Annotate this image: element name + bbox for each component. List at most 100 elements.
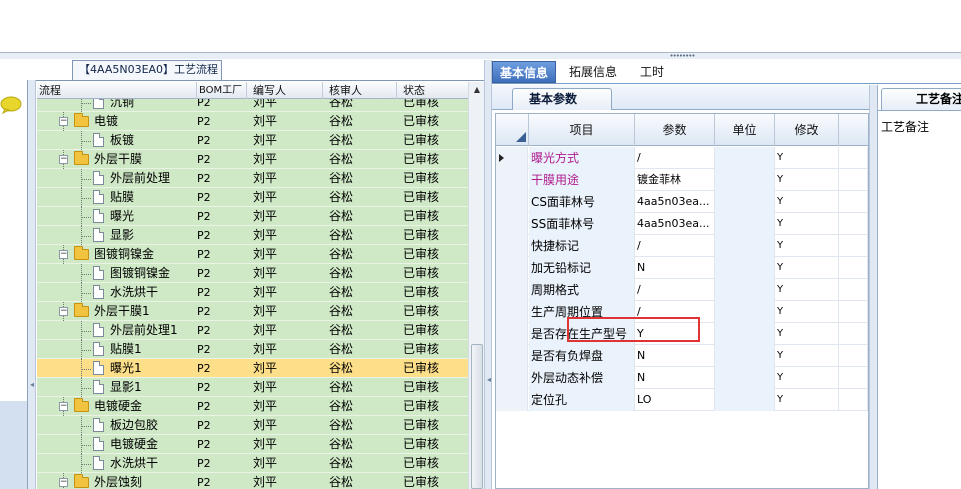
row-indicator[interactable] (496, 367, 528, 389)
column-header-flow[interactable]: 流程 (37, 82, 197, 99)
param-unit-cell[interactable] (715, 169, 775, 191)
tree-row[interactable]: 板镀 P2 刘平 谷松 已审核 (37, 131, 468, 150)
collapse-toggle-icon[interactable]: − (59, 402, 68, 411)
param-value-cell[interactable]: 镀金菲林 (635, 169, 715, 191)
tab-basic-info[interactable]: 基本信息 (492, 61, 557, 83)
param-modify-cell[interactable]: Y (775, 191, 839, 213)
tab-process-remarks[interactable]: 工艺备注 (881, 88, 961, 110)
tree-row[interactable]: 板边包胶 P2 刘平 谷松 已审核 (37, 416, 468, 435)
row-indicator[interactable] (496, 147, 528, 169)
param-row[interactable]: 曝光方式 / Y (496, 147, 868, 169)
column-header-reviewer[interactable]: 核审人 (323, 82, 397, 99)
param-row[interactable]: 定位孔 LO Y (496, 389, 868, 411)
scroll-up-icon[interactable]: ▲ (469, 82, 485, 98)
param-unit-cell[interactable] (715, 257, 775, 279)
row-indicator[interactable] (496, 345, 528, 367)
flow-scrollbar[interactable]: ▲ (468, 82, 484, 489)
row-indicator[interactable] (496, 323, 528, 345)
param-value-cell[interactable]: N (635, 257, 715, 279)
tree-row[interactable]: 曝光 P2 刘平 谷松 已审核 (37, 207, 468, 226)
param-value-cell[interactable]: N (635, 345, 715, 367)
top-splitter[interactable] (0, 53, 961, 59)
row-indicator[interactable] (496, 235, 528, 257)
param-value-cell[interactable]: / (635, 279, 715, 301)
param-unit-cell[interactable] (715, 235, 775, 257)
column-header-unit[interactable]: 单位 (715, 114, 775, 146)
param-modify-cell[interactable]: Y (775, 147, 839, 169)
row-indicator[interactable] (496, 169, 528, 191)
param-value-cell[interactable]: 4aa5n03ea... (635, 213, 715, 235)
collapse-toggle-icon[interactable]: − (59, 307, 68, 316)
param-unit-cell[interactable] (715, 191, 775, 213)
param-modify-cell[interactable]: Y (775, 279, 839, 301)
tree-row[interactable]: 贴膜1 P2 刘平 谷松 已审核 (37, 340, 468, 359)
tree-folder-row[interactable]: − 电镀硬金 P2 刘平 谷松 已审核 (37, 397, 468, 416)
column-header-bom[interactable]: BOM工厂 (197, 82, 247, 99)
param-modify-cell[interactable]: Y (775, 323, 839, 345)
param-modify-cell[interactable]: Y (775, 389, 839, 411)
collapse-toggle-icon[interactable]: − (59, 478, 68, 487)
param-unit-cell[interactable] (715, 301, 775, 323)
tree-row[interactable]: 电镀硬金 P2 刘平 谷松 已审核 (37, 435, 468, 454)
param-value-cell[interactable]: LO (635, 389, 715, 411)
param-modify-cell[interactable]: Y (775, 367, 839, 389)
param-modify-cell[interactable]: Y (775, 257, 839, 279)
tab-extended-info[interactable]: 拓展信息 (562, 61, 624, 83)
chat-bubble-icon[interactable] (0, 96, 22, 114)
tree-row[interactable]: 贴膜 P2 刘平 谷松 已审核 (37, 188, 468, 207)
tree-row[interactable]: 水洗烘干 P2 刘平 谷松 已审核 (37, 283, 468, 302)
collapse-toggle-icon[interactable]: − (59, 155, 68, 164)
param-unit-cell[interactable] (715, 323, 775, 345)
scrollbar-thumb[interactable] (471, 344, 483, 489)
param-unit-cell[interactable] (715, 213, 775, 235)
tree-row[interactable]: 显影 P2 刘平 谷松 已审核 (37, 226, 468, 245)
tree-row[interactable]: 显影1 P2 刘平 谷松 已审核 (37, 378, 468, 397)
row-indicator[interactable] (496, 389, 528, 411)
column-header-modify[interactable]: 修改 (775, 114, 839, 146)
row-indicator[interactable] (496, 301, 528, 323)
row-indicator[interactable] (496, 257, 528, 279)
tab-basic-params[interactable]: 基本参数 (512, 88, 612, 110)
tree-row[interactable]: 外层前处理1 P2 刘平 谷松 已审核 (37, 321, 468, 340)
column-header-writer[interactable]: 编写人 (247, 82, 323, 99)
flow-panel-tab[interactable]: 【4AA5N03EA0】工艺流程 (72, 60, 222, 80)
column-header-status[interactable]: 状态 (397, 82, 468, 99)
row-indicator[interactable] (496, 191, 528, 213)
param-row[interactable]: 是否有负焊盘 N Y (496, 345, 868, 367)
right-splitter[interactable] (869, 85, 877, 489)
param-row[interactable]: SS面菲林号 4aa5n03ea... Y (496, 213, 868, 235)
param-row[interactable]: 加无铅标记 N Y (496, 257, 868, 279)
param-unit-cell[interactable] (715, 367, 775, 389)
tree-folder-row[interactable]: − 外层干膜 P2 刘平 谷松 已审核 (37, 150, 468, 169)
param-unit-cell[interactable] (715, 279, 775, 301)
tree-row[interactable]: 水洗烘干 P2 刘平 谷松 已审核 (37, 454, 468, 473)
param-row[interactable]: CS面菲林号 4aa5n03ea... Y (496, 191, 868, 213)
param-modify-cell[interactable]: Y (775, 301, 839, 323)
param-row[interactable]: 外层动态补偿 N Y (496, 367, 868, 389)
column-header-param[interactable]: 参数 (635, 114, 715, 146)
param-modify-cell[interactable]: Y (775, 345, 839, 367)
param-value-cell[interactable]: / (635, 147, 715, 169)
left-splitter[interactable]: ◂ (28, 80, 36, 489)
param-unit-cell[interactable] (715, 345, 775, 367)
tab-work-hours[interactable]: 工时 (633, 61, 671, 83)
collapse-toggle-icon[interactable]: − (59, 250, 68, 259)
param-unit-cell[interactable] (715, 389, 775, 411)
tree-row[interactable]: 曝光1 P2 刘平 谷松 已审核 (37, 359, 468, 378)
column-header-item[interactable]: 项目 (529, 114, 635, 146)
param-value-cell[interactable]: / (635, 235, 715, 257)
param-row[interactable]: 干膜用途 镀金菲林 Y (496, 169, 868, 191)
middle-splitter[interactable]: ◂ (484, 60, 492, 489)
row-indicator[interactable] (496, 279, 528, 301)
param-modify-cell[interactable]: Y (775, 213, 839, 235)
tree-folder-row[interactable]: − 电镀 P2 刘平 谷松 已审核 (37, 112, 468, 131)
param-value-cell[interactable]: 4aa5n03ea... (635, 191, 715, 213)
param-modify-cell[interactable]: Y (775, 169, 839, 191)
tree-row[interactable]: 外层前处理 P2 刘平 谷松 已审核 (37, 169, 468, 188)
param-row[interactable]: 周期格式 / Y (496, 279, 868, 301)
param-row[interactable]: 快捷标记 / Y (496, 235, 868, 257)
tree-row[interactable]: 图镀铜镍金 P2 刘平 谷松 已审核 (37, 264, 468, 283)
collapse-toggle-icon[interactable]: − (59, 117, 68, 126)
param-unit-cell[interactable] (715, 147, 775, 169)
tree-folder-row[interactable]: − 图镀铜镍金 P2 刘平 谷松 已审核 (37, 245, 468, 264)
